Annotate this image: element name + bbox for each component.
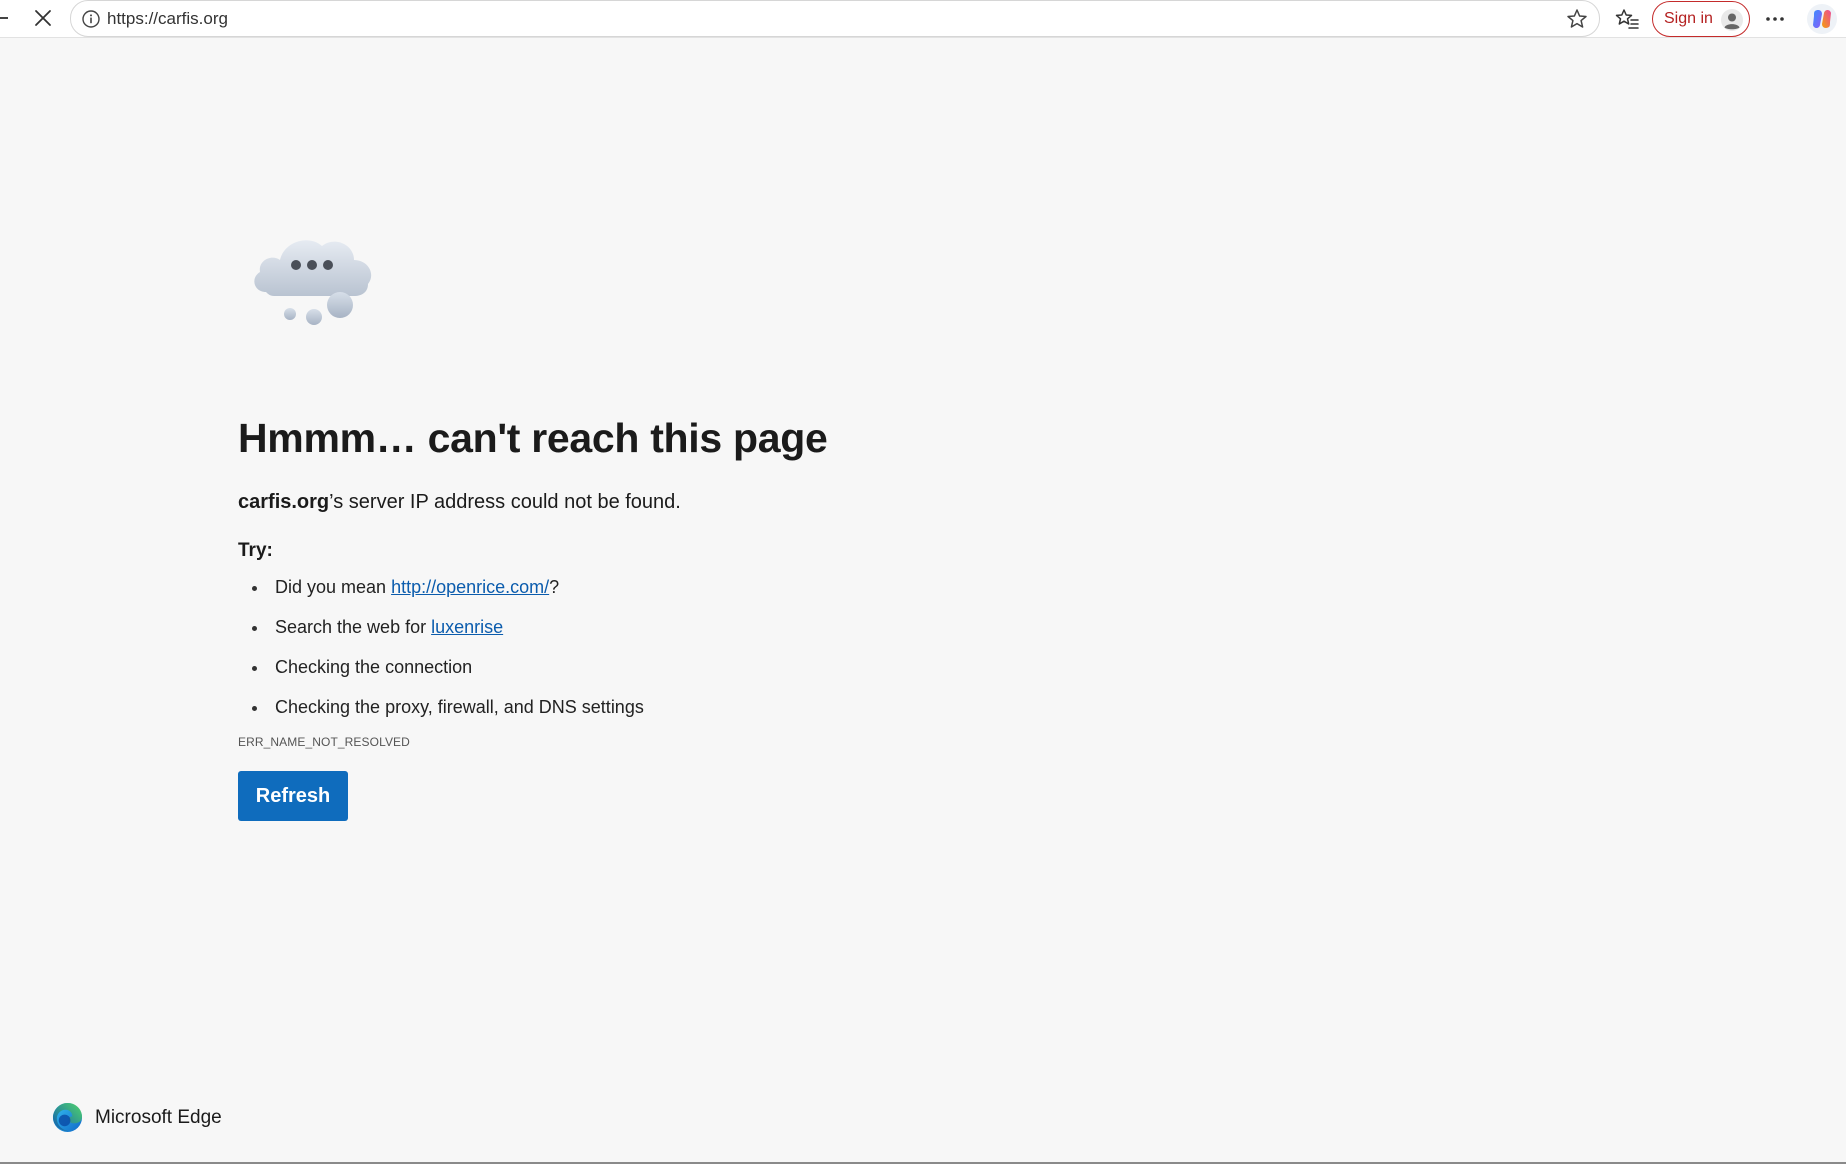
close-icon [35, 10, 51, 26]
star-icon[interactable] [1565, 7, 1589, 31]
suggestion-did-you-mean: Did you mean http://openrice.com/? [238, 575, 1138, 599]
minimize-icon[interactable] [0, 17, 8, 19]
suggestion-check-proxy: Checking the proxy, firewall, and DNS se… [238, 695, 1138, 719]
error-description: carfis.org’s server IP address could not… [238, 489, 1138, 515]
refresh-button[interactable]: Refresh [238, 771, 348, 821]
sign-in-label: Sign in [1664, 10, 1713, 27]
sign-in-button[interactable]: Sign in [1652, 1, 1750, 37]
search-web-link[interactable]: luxenrise [431, 617, 503, 637]
footer-brand: Microsoft Edge [52, 1102, 222, 1133]
suggested-url-link[interactable]: http://openrice.com/ [391, 577, 549, 597]
stop-loading-button[interactable] [30, 5, 56, 31]
suggestion-text: Search the web for [275, 617, 432, 637]
copilot-icon[interactable] [1806, 3, 1838, 35]
suggestion-text: ? [549, 577, 560, 597]
page-title: Hmmm… can't reach this page [238, 415, 828, 461]
avatar-icon [1721, 9, 1743, 31]
error-content: Hmmm… can't reach this page carfis.org’s… [238, 220, 1138, 821]
more-button[interactable] [1762, 6, 1788, 32]
try-label: Try: [238, 540, 273, 561]
favorites-icon[interactable] [1614, 6, 1640, 32]
suggestion-list: Did you mean http://openrice.com/? Searc… [238, 575, 1138, 719]
address-bar[interactable]: https://carfis.org [70, 0, 1600, 37]
more-icon [1766, 17, 1784, 21]
browser-toolbar: https://carfis.org Sign in [0, 0, 1846, 38]
error-description-text: ’s server IP address could not be found. [329, 491, 681, 513]
info-icon[interactable] [81, 9, 101, 29]
suggestion-text: Did you mean [275, 577, 392, 597]
brand-name: Microsoft Edge [95, 1106, 222, 1128]
suggestion-search-web: Search the web for luxenrise [238, 615, 1138, 639]
url-text[interactable]: https://carfis.org [107, 9, 228, 29]
error-code: ERR_NAME_NOT_RESOLVED [238, 735, 410, 749]
cloud-thinking-icon [254, 240, 372, 325]
error-host: carfis.org [238, 491, 330, 513]
edge-logo-icon [52, 1102, 83, 1133]
suggestion-check-connection: Checking the connection [238, 655, 1138, 679]
